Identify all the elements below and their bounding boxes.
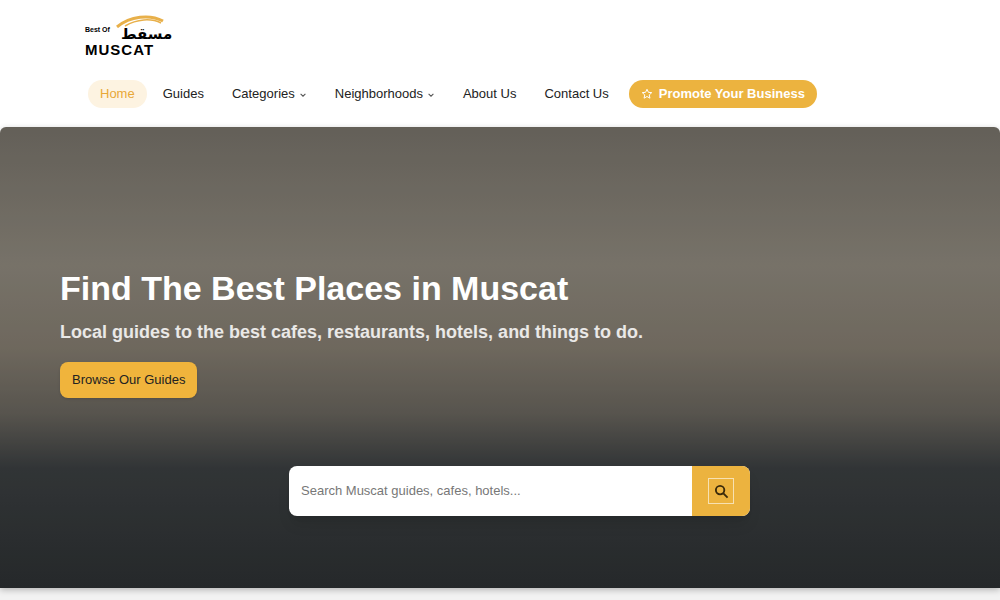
nav-item[interactable]: Categories (220, 80, 319, 108)
logo-subtitle: Best Of (85, 26, 110, 33)
chevron-down-icon (299, 91, 307, 99)
search-button[interactable] (692, 466, 750, 516)
star-icon (641, 88, 653, 100)
logo[interactable]: Best Of مسقط MUSCAT (85, 14, 167, 60)
search-bar (289, 466, 750, 516)
nav-label: Categories (232, 84, 295, 104)
main-nav: Home Guides Categories Neighborhoods About U… (88, 80, 1000, 108)
nav-item[interactable]: Guides (151, 80, 216, 108)
nav-label: Contact Us (544, 84, 608, 104)
road-swoosh-icon (115, 14, 165, 28)
logo-arabic: مسقط (121, 27, 172, 42)
nav-item[interactable]: Neighborhoods (323, 80, 447, 108)
nav-label: Neighborhoods (335, 84, 423, 104)
nav-item[interactable]: About Us (451, 80, 528, 108)
chevron-down-icon (427, 91, 435, 99)
browse-guides-button[interactable]: Browse Our Guides (60, 362, 197, 398)
nav-label: Home (100, 84, 135, 104)
site-header: Best Of مسقط MUSCAT Home Guides Categories… (0, 0, 1000, 127)
promote-label: Promote Your Business (659, 84, 805, 104)
search-input[interactable] (289, 466, 692, 516)
hero-overlay (0, 127, 1000, 588)
hero-title: Find The Best Places in Muscat (60, 268, 1000, 308)
nav-label: Guides (163, 84, 204, 104)
page-footer-strip (0, 588, 1000, 600)
nav-item[interactable]: Contact Us (532, 80, 620, 108)
hero-subtitle: Local guides to the best cafes, restaura… (60, 320, 1000, 344)
search-icon (708, 478, 734, 504)
logo-title: MUSCAT (85, 42, 154, 57)
hero: Find The Best Places in Muscat Local gui… (0, 127, 1000, 588)
nav-item[interactable]: Home (88, 80, 147, 108)
promote-business-button[interactable]: Promote Your Business (629, 80, 817, 108)
nav-label: About Us (463, 84, 516, 104)
